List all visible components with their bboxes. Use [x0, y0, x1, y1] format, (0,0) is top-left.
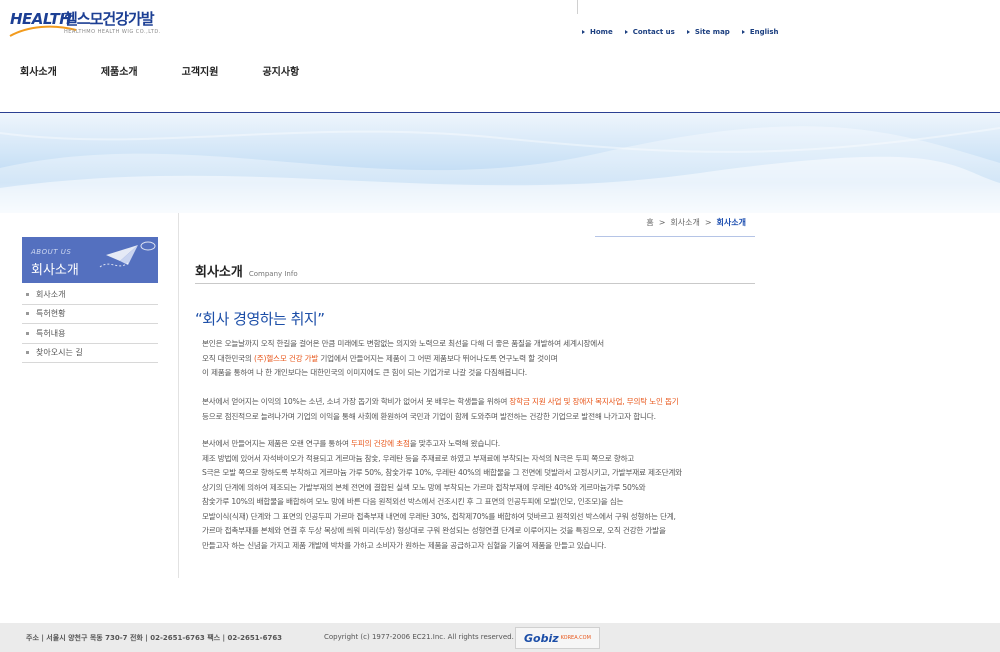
gobiz-badge[interactable]: Gobiz KOREA.COM [515, 627, 600, 649]
paragraph-line: 등으로 점진적으로 늘려나가며 기업의 이익을 통해 사회에 환원하여 국민과 … [202, 411, 656, 421]
paragraph-3: 본사에서 만들어지는 제품은 오랜 연구를 통하여 두피의 건강에 초점을 맞추… [202, 437, 762, 553]
nav-support[interactable]: 고객지원 [182, 63, 219, 78]
paragraph-line: 이 제품을 통하여 나 한 개인보다는 대한민국의 이미지에도 큰 힘이 되는 … [202, 368, 528, 377]
top-link-home[interactable]: Home [582, 28, 613, 36]
paper-plane-icon [99, 241, 156, 268]
breadcrumb-home[interactable]: 홈 [646, 217, 653, 228]
arrow-icon [624, 30, 628, 34]
sidebar-title-en: ABOUT US [31, 248, 72, 256]
arrow-icon [741, 30, 745, 34]
highlight-text: (주)헬스모 건강 가발 [253, 353, 319, 363]
top-links: Home Contact us Site map English [582, 28, 779, 36]
breadcrumb-rule [595, 236, 755, 237]
sidebar-item-company[interactable]: 회사소개 [22, 285, 158, 305]
sidebar-item-patents[interactable]: 특허현황 [22, 305, 158, 324]
bullet-icon [26, 331, 29, 335]
paragraph-line: 가르마 접촉부재를 본체와 연결 후 두상 목상에 씌워 미리(두상) 형상대로… [202, 526, 666, 535]
bullet-icon [26, 351, 29, 355]
sidebar-item-patent-details[interactable]: 특허내용 [22, 324, 158, 344]
breadcrumb-current: 회사소개 [716, 218, 746, 227]
footer-copyright: Copyright (c) 1977-2006 EC21.Inc. All ri… [324, 633, 514, 641]
nav-products[interactable]: 제품소개 [101, 63, 138, 78]
highlight-text: 두피의 건강에 초점 [351, 439, 410, 448]
section-heading: “회사 경영하는 취지” [195, 310, 325, 328]
paragraph-line: 참숯가루 10%의 배합물을 배합하여 모노 망에 바른 다음 원적외선 박스에… [202, 497, 624, 506]
paragraph-1: 본인은 오늘날까지 오직 한길을 걸어온 만큼 미래에도 변함없는 의지와 노력… [202, 337, 762, 381]
bullet-icon [26, 312, 29, 316]
breadcrumb: 홈 > 회사소개 > 회사소개 [646, 217, 746, 228]
paragraph-line: 본인은 오늘날까지 오직 한길을 걸어온 만큼 미래에도 변함없는 의지와 노력… [202, 339, 604, 348]
footer-address: 주소 | 서울시 양천구 목동 730-7 전화 | 02-2651-6763 … [26, 634, 283, 642]
gobiz-logo-sub: KOREA.COM [560, 635, 591, 641]
top-link-english[interactable]: English [741, 28, 779, 36]
sidebar-menu: 회사소개 특허현황 특허내용 찾아오시는 길 [22, 285, 158, 363]
paragraph-line: 모발이식(식재) 단계와 그 표면의 인공두피 가르마 접촉부재 내면에 우레탄… [202, 511, 676, 521]
footer: 주소 | 서울시 양천구 목동 730-7 전화 | 02-2651-6763 … [0, 623, 1000, 652]
nav-company[interactable]: 회사소개 [20, 63, 57, 78]
arrow-icon [686, 30, 690, 34]
page-title: 회사소개 Company Info [195, 261, 298, 280]
paragraph-line: 본사에서 얻어지는 이익의 10%는 소년, 소녀 가장 돕기와 학비가 없어서… [202, 397, 679, 406]
gobiz-logo: Gobiz [524, 631, 559, 645]
highlight-text: 장학금 지원 사업 및 장애자 복지사업, 무의탁 노인 돕기 [509, 397, 679, 406]
top-link-contact[interactable]: Contact us [624, 28, 675, 36]
sidebar-title-ko: 회사소개 [31, 263, 79, 278]
chevron-right-icon: > [704, 218, 712, 227]
paragraph-2: 본사에서 얻어지는 이익의 10%는 소년, 소녀 가장 돕기와 학비가 없어서… [202, 395, 762, 424]
top-link-sitemap[interactable]: Site map [686, 28, 730, 36]
paragraph-line: 오직 대한민국의 (주)헬스모 건강 가발 기업에서 만들어지는 제품이 그 어… [202, 353, 558, 363]
main-nav: 회사소개 제품소개 고객지원 공지사항 [20, 63, 343, 78]
paragraph-line: 상기의 단계에 의하여 제조되는 가발부재의 본체 전면에 결합된 실색 모노 … [202, 482, 646, 492]
sidebar-divider [178, 213, 179, 578]
page-title-ko: 회사소개 [195, 265, 243, 280]
page-title-en: Company Info [248, 270, 298, 278]
sidebar-item-directions[interactable]: 찾아오시는 길 [22, 344, 158, 363]
arrow-icon [582, 30, 585, 34]
bullet-icon [26, 292, 29, 296]
logo[interactable]: HEALTH 헬스모건강가발 HEALTHMO HEALTH WIG CO.,L… [8, 6, 168, 42]
title-rule [195, 283, 755, 284]
header-divider [577, 0, 578, 14]
breadcrumb-section[interactable]: 회사소개 [670, 217, 699, 228]
banner-waves-icon [0, 126, 1000, 213]
logo-brand: HEALTH [10, 10, 72, 28]
paragraph-line: 제조 방법에 있어서 자석바이오가 적용되고 게르마늄 참숯, 우레탄 등을 주… [202, 453, 635, 463]
sidebar-title-box: ABOUT US 회사소개 [22, 237, 158, 283]
paragraph-line: 만들고자 하는 신념을 가지고 제품 개발에 박차를 가하고 소비자가 원하는 … [202, 540, 607, 550]
banner-image [0, 113, 1000, 213]
paragraph-line: 본사에서 만들어지는 제품은 오랜 연구를 통하여 두피의 건강에 초점을 맞추… [202, 439, 501, 448]
chevron-right-icon: > [658, 218, 666, 227]
logo-brand-ko: 헬스모건강가발 [64, 10, 155, 28]
logo-subtitle: HEALTHMO HEALTH WIG CO.,LTD. [64, 29, 161, 35]
paragraph-line: S극은 모발 쪽으로 향하도록 부착하고 게르마늄 가루 50%, 참숯가루 1… [202, 468, 682, 477]
nav-notice[interactable]: 공지사항 [262, 63, 299, 78]
